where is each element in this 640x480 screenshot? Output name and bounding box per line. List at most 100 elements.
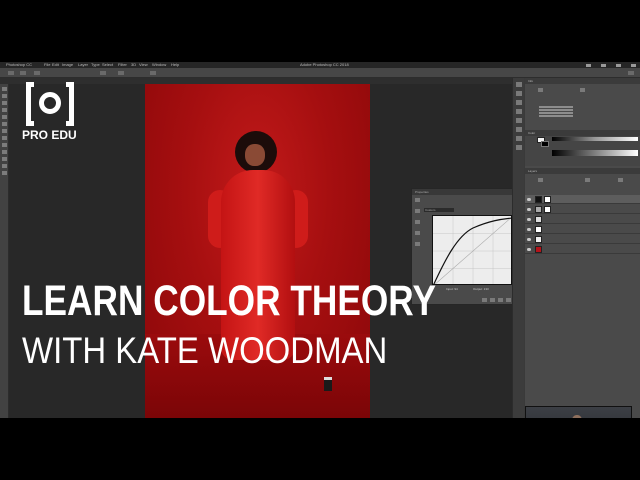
pro-edu-logo: PRO EDU	[22, 82, 78, 142]
curves-graph[interactable]	[432, 215, 512, 285]
curves-graph-svg	[433, 216, 511, 284]
brand-name: PRO EDU	[22, 128, 77, 142]
curve-output-value: Output: 133	[473, 287, 489, 291]
smooth-icon[interactable]	[415, 242, 420, 246]
eraser-icon[interactable]	[1, 136, 7, 140]
layer-thumbnail	[535, 206, 542, 213]
character-icon[interactable]	[515, 136, 522, 141]
clone-icon[interactable]	[1, 129, 7, 133]
lasso-icon[interactable]	[1, 101, 7, 105]
opacity-icon[interactable]	[100, 71, 106, 75]
mode-icon[interactable]	[34, 71, 40, 75]
rgb-icon	[538, 88, 543, 92]
product-can	[324, 377, 332, 391]
move-icon[interactable]	[1, 87, 7, 91]
info-panel-header[interactable]: Info	[525, 78, 640, 84]
color-panel: Color	[525, 130, 640, 166]
brush-icon[interactable]	[1, 122, 7, 126]
layer-thumbnail	[535, 196, 542, 203]
layer-thumbnail	[535, 226, 542, 233]
layer-mask-thumbnail	[544, 196, 551, 203]
layer-thumbnail	[535, 236, 542, 243]
cmyk-icon	[580, 88, 585, 92]
color-ramp[interactable]	[552, 150, 638, 156]
logo-bracket-left	[26, 82, 34, 126]
letterbox-bottom	[0, 418, 640, 480]
layer-mask-thumbnail	[544, 206, 551, 213]
curve-input-value: Input: 94	[446, 287, 458, 291]
pencil-icon[interactable]	[415, 231, 420, 235]
airbrush-icon[interactable]	[150, 71, 156, 75]
eyedropper-icon[interactable]	[1, 115, 7, 119]
paragraph-icon[interactable]	[515, 145, 522, 150]
camera-bracket-logo	[22, 82, 78, 126]
tool-preset-icon[interactable]	[8, 71, 14, 75]
spotlight-icon	[631, 63, 636, 67]
headline: LEARN COLOR THEORY	[22, 277, 436, 325]
layer-row[interactable]	[525, 205, 640, 214]
delete-icon[interactable]	[506, 298, 511, 302]
color-panel-header[interactable]: Color	[525, 130, 640, 136]
marquee-icon[interactable]	[1, 94, 7, 98]
layer-thumbnail	[535, 216, 542, 223]
blend-mode-icon[interactable]	[585, 178, 590, 182]
baseline-line	[434, 217, 511, 284]
curve-preset-select[interactable]: Custom	[424, 208, 454, 212]
eye-icon[interactable]	[527, 228, 531, 231]
workspace-icon[interactable]	[628, 71, 634, 75]
swatches-icon[interactable]	[515, 91, 522, 96]
eye-icon[interactable]	[527, 218, 531, 221]
eye-icon[interactable]	[527, 238, 531, 241]
eyedropper-icon[interactable]	[415, 209, 420, 213]
zoom-icon[interactable]	[1, 171, 7, 175]
battery-icon	[601, 63, 606, 67]
channels-icon[interactable]	[515, 118, 522, 123]
presenter-video	[525, 406, 632, 418]
layer-row[interactable]	[525, 195, 640, 204]
clock-icon	[616, 63, 621, 67]
background-color-swatch[interactable]	[541, 141, 549, 147]
subheadline: WITH KATE WOODMAN	[22, 330, 388, 371]
info-details	[539, 106, 579, 120]
brush-settings-icon[interactable]	[515, 127, 522, 132]
layer-row[interactable]	[525, 245, 640, 254]
gradient-icon[interactable]	[1, 143, 7, 147]
pen-icon[interactable]	[1, 150, 7, 154]
visibility-icon[interactable]	[490, 298, 495, 302]
layer-row[interactable]	[525, 215, 640, 224]
brush-size-icon[interactable]	[20, 71, 26, 75]
tools-panel	[0, 84, 9, 418]
eye-icon[interactable]	[527, 198, 531, 201]
properties-footer	[482, 298, 511, 302]
reset-icon[interactable]	[498, 298, 503, 302]
crop-icon[interactable]	[1, 108, 7, 112]
flow-icon[interactable]	[118, 71, 124, 75]
layer-row[interactable]	[525, 235, 640, 244]
info-line	[539, 106, 573, 108]
opacity-icon[interactable]	[618, 178, 623, 182]
layer-thumbnail	[535, 246, 542, 253]
type-icon[interactable]	[1, 157, 7, 161]
photoshop-window: Photoshop CC File Edit Image Layer Type …	[0, 62, 640, 418]
panel-dock	[512, 78, 524, 418]
subject-face	[245, 144, 265, 166]
paths-icon[interactable]	[515, 109, 522, 114]
eye-icon[interactable]	[527, 208, 531, 211]
layer-row[interactable]	[525, 225, 640, 234]
history-icon[interactable]	[515, 82, 522, 87]
curves-icon[interactable]	[415, 198, 420, 202]
info-line	[539, 115, 573, 117]
filter-layers-icon[interactable]	[538, 178, 543, 182]
eye-icon[interactable]	[527, 248, 531, 251]
hand-icon[interactable]	[1, 164, 7, 168]
clip-icon[interactable]	[482, 298, 487, 302]
wifi-icon	[586, 63, 591, 67]
color-slider[interactable]	[552, 137, 638, 141]
options-bar	[0, 68, 640, 78]
logo-ring	[39, 92, 61, 114]
sample-icon[interactable]	[415, 220, 420, 224]
layers-panel-header[interactable]: Layers	[525, 168, 640, 174]
layers-panel: Layers	[525, 168, 640, 418]
logo-bracket-right	[66, 82, 74, 126]
adjustments-icon[interactable]	[515, 100, 522, 105]
